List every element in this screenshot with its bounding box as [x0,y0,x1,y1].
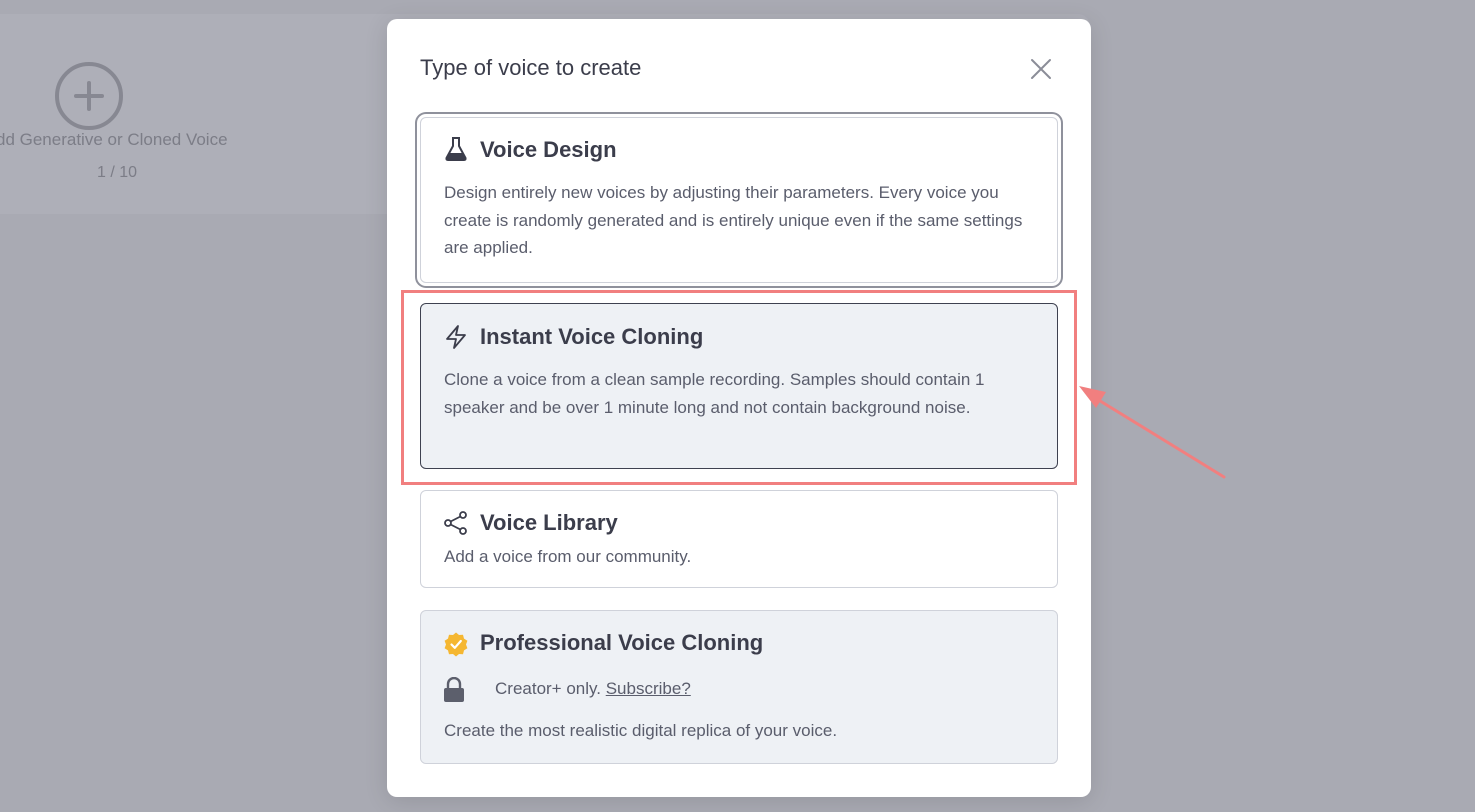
option-title: Voice Design [480,137,617,162]
subscribe-link[interactable]: Subscribe? [606,679,691,698]
verified-badge-icon [444,632,468,657]
option-voice-library[interactable]: Voice Library Add a voice from our commu… [420,490,1058,588]
highlight-box [401,290,1077,485]
add-voice-label: dd Generative or Cloned Voice [0,130,228,149]
lock-message: Creator+ only. Subscribe? [495,679,691,699]
option-professional-voice-cloning[interactable]: Professional Voice Cloning Creator+ only… [420,610,1058,764]
option-voice-design[interactable]: Voice Design Design entirely new voices … [420,117,1058,283]
creator-only-text: Creator+ only. [495,679,606,698]
option-title: Voice Library [480,510,618,535]
flask-icon [445,137,467,161]
close-icon [1031,59,1051,79]
option-description: Create the most realistic digital replic… [444,721,838,740]
pointer-arrow-icon [1079,386,1226,479]
share-icon [444,511,467,535]
add-voice-plus-icon [55,62,123,130]
option-description: Design entirely new voices by adjusting … [444,183,1023,257]
option-description: Add a voice from our community. [444,547,692,566]
option-title: Professional Voice Cloning [480,630,764,655]
close-button[interactable] [1027,55,1055,83]
lock-icon [444,677,464,702]
voice-count: 1 / 10 [96,164,138,181]
modal-title: Type of voice to create [420,55,642,80]
